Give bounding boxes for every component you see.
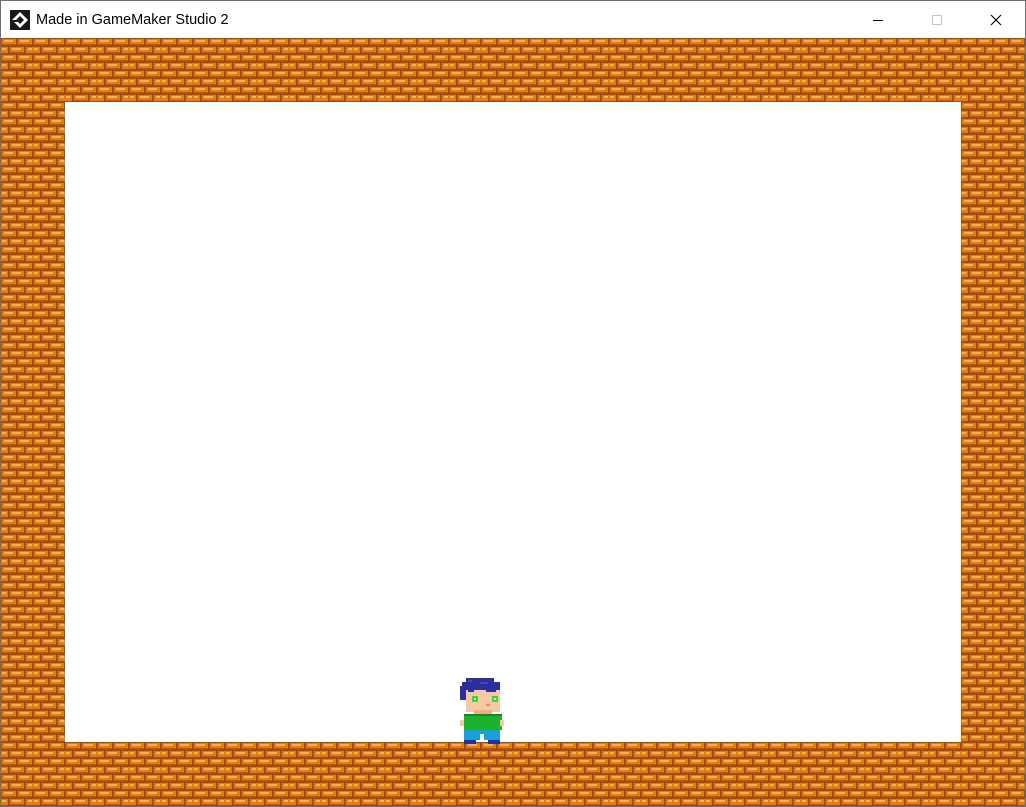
- game-window: Made in GameMaker Studio 2: [0, 0, 1026, 807]
- close-icon: [990, 14, 1001, 25]
- window-title: Made in GameMaker Studio 2: [36, 11, 229, 28]
- maximize-button[interactable]: [907, 1, 966, 38]
- brick-wall-top: [1, 38, 1025, 102]
- minimize-button[interactable]: [848, 1, 907, 38]
- minimize-icon: [872, 19, 883, 21]
- player-character: [458, 678, 504, 744]
- window-controls: [848, 1, 1025, 38]
- player-sprite: [460, 678, 504, 744]
- game-canvas[interactable]: [1, 38, 1025, 806]
- gamemaker-icon: [10, 9, 30, 30]
- close-button[interactable]: [966, 1, 1025, 38]
- maximize-icon: [931, 14, 942, 25]
- title-bar[interactable]: Made in GameMaker Studio 2: [1, 1, 1025, 38]
- brick-wall-left: [1, 102, 65, 742]
- brick-wall-right: [961, 102, 1025, 742]
- brick-floor: [1, 742, 1025, 806]
